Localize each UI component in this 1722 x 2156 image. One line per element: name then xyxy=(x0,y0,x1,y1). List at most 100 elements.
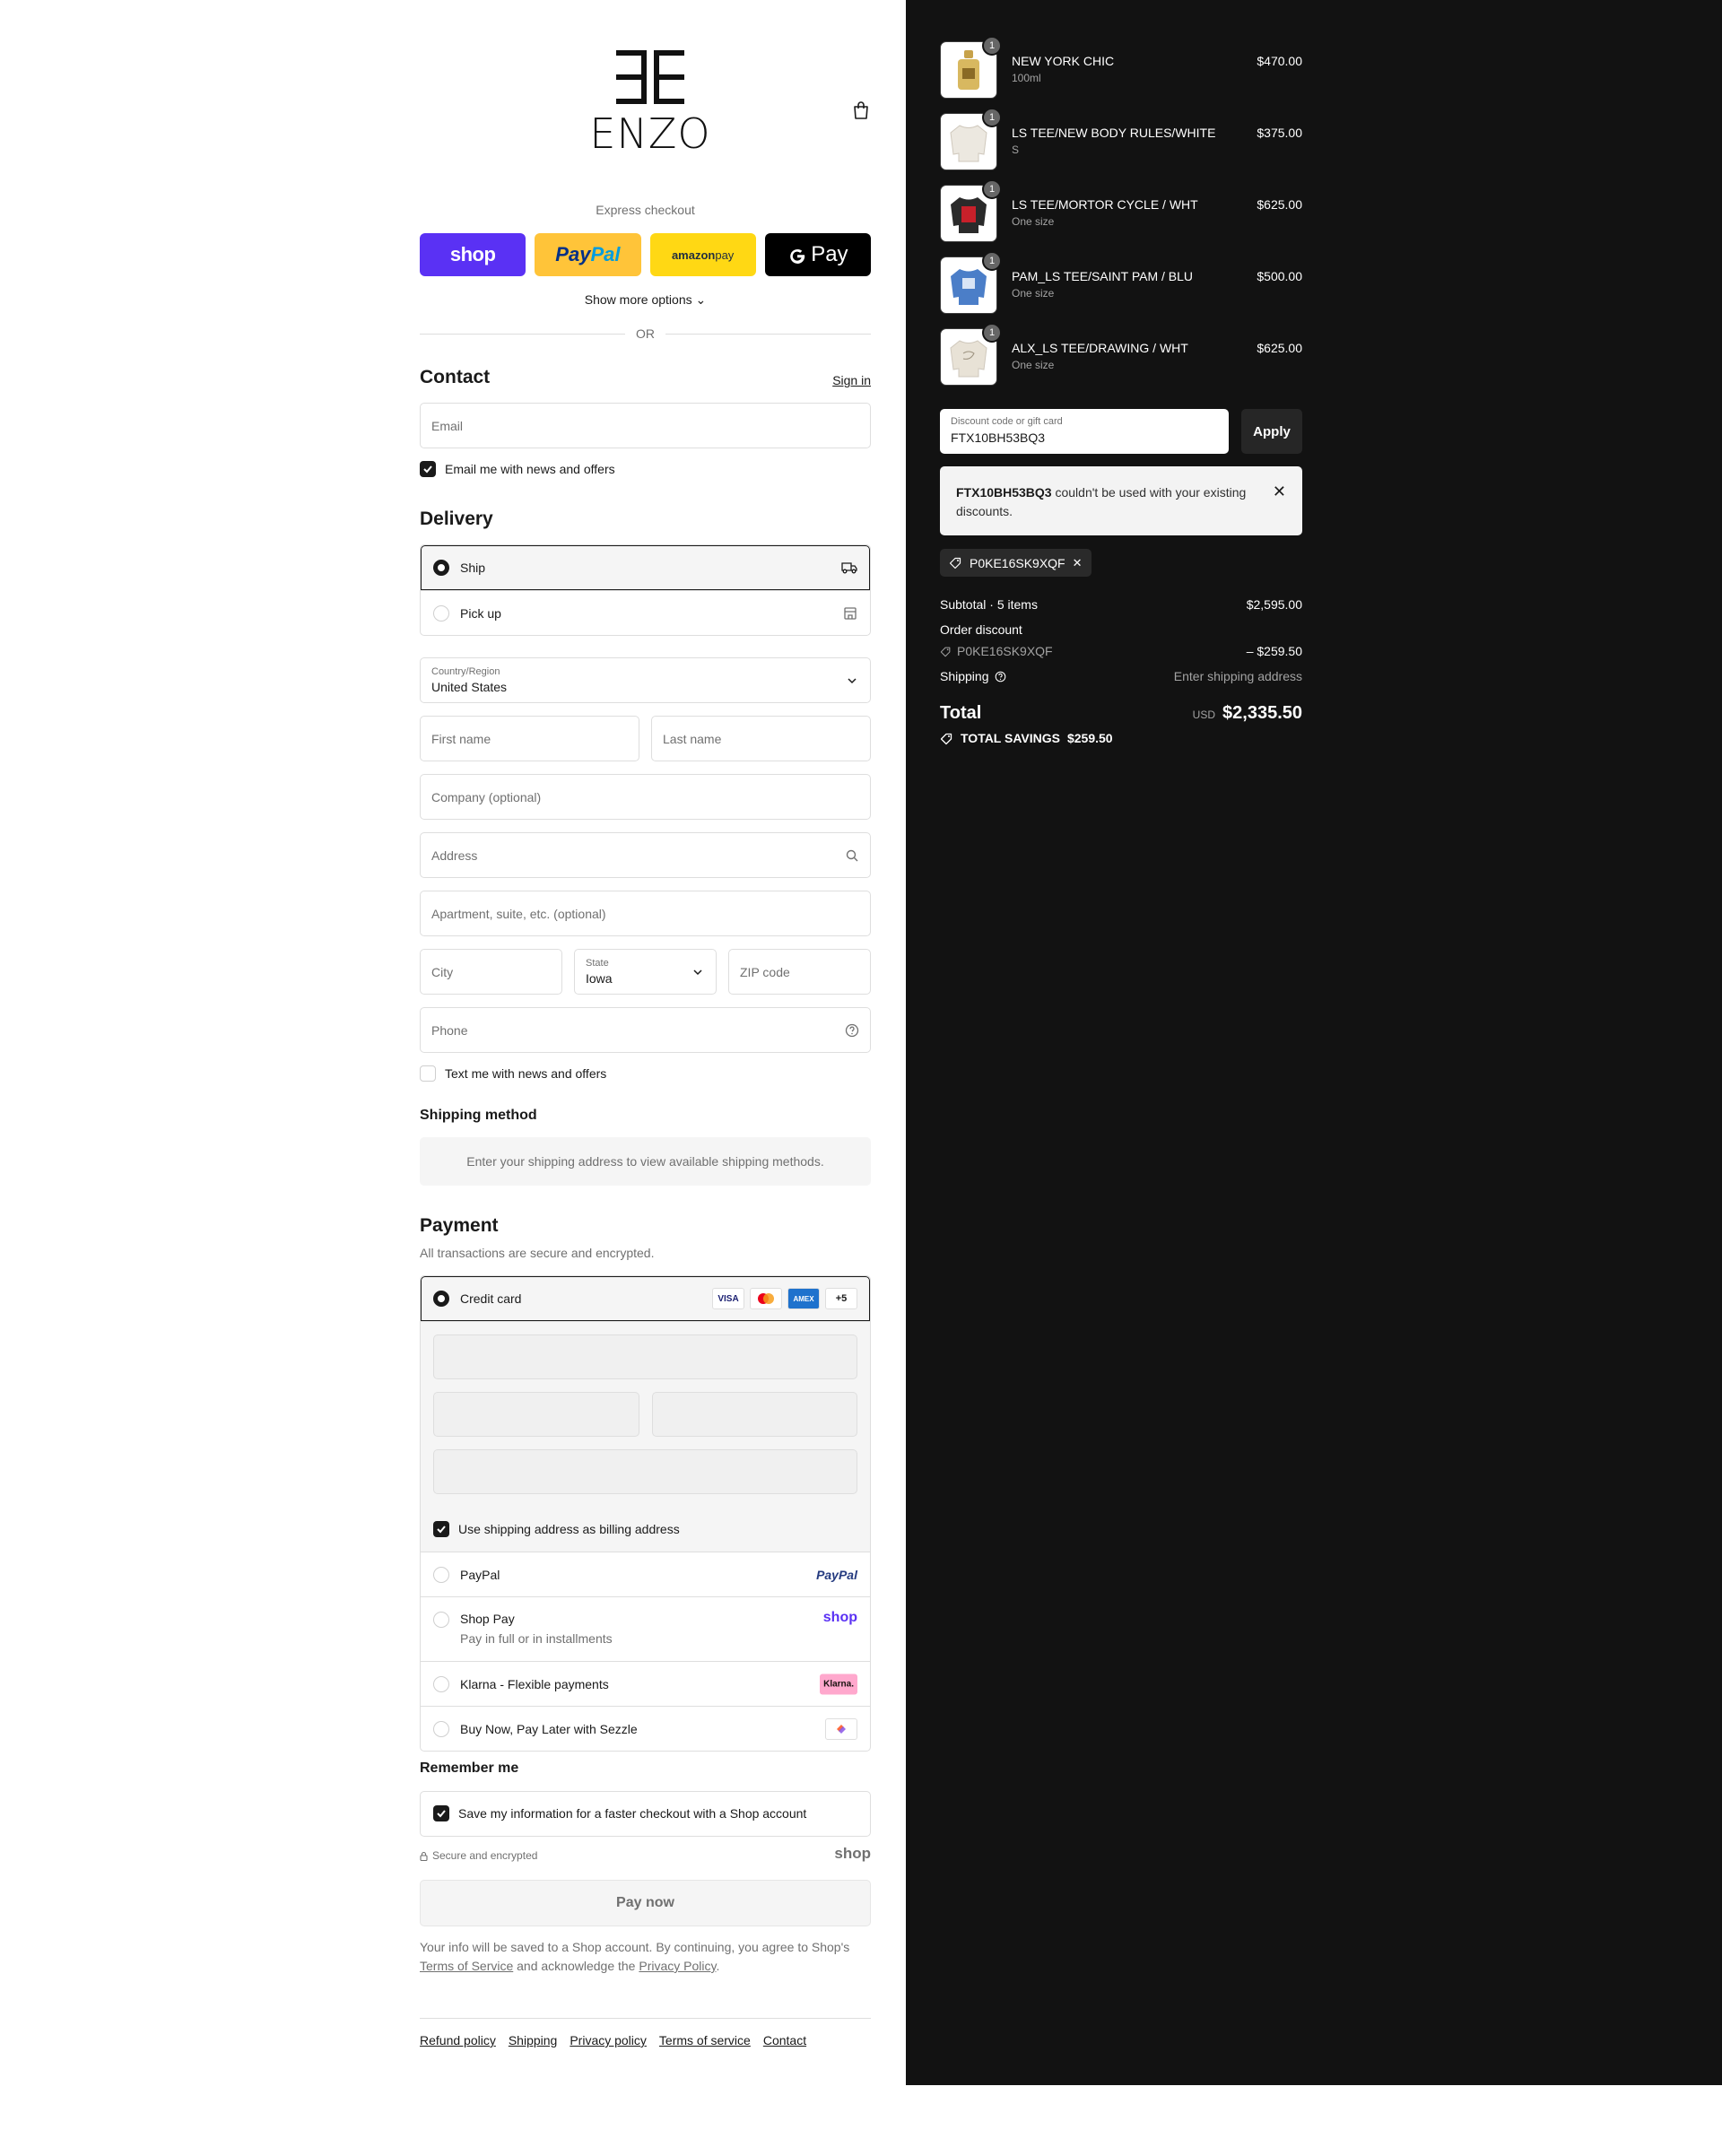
drawing-longsleeve-image xyxy=(950,340,987,378)
quantity-badge: 1 xyxy=(982,323,1002,343)
show-more-options-link[interactable]: Show more options ⌄ xyxy=(420,292,871,308)
card-number-field[interactable] xyxy=(433,1334,857,1379)
text-news-checkbox[interactable]: Text me with news and offers xyxy=(420,1065,606,1082)
radio-unselected[interactable] xyxy=(433,1675,449,1692)
discount-code-text: P0KE16SK9XQF xyxy=(957,644,1053,658)
paypal-button[interactable]: Pay Pal xyxy=(535,233,641,276)
payment-heading: Payment xyxy=(420,1215,499,1236)
delivery-option-pickup[interactable]: Pick up xyxy=(421,590,870,635)
first-name-field[interactable]: First name xyxy=(420,716,639,761)
footer-link-terms[interactable]: Terms of service xyxy=(659,2033,751,2047)
checkmark-icon xyxy=(437,1810,446,1818)
checkbox-checked[interactable] xyxy=(433,1521,449,1537)
help-circle-icon[interactable] xyxy=(995,671,1006,682)
privacy-policy-link[interactable]: Privacy Policy xyxy=(639,1959,716,1973)
cart-item: 1 NEW YORK CHIC 100ml $470.00 xyxy=(940,36,1302,100)
payment-option-shop-pay[interactable]: Shop Pay Pay in full or in installments … xyxy=(421,1596,870,1661)
quantity-badge: 1 xyxy=(982,108,1002,127)
order-discount-row: Order discount xyxy=(940,622,1302,637)
country-label: Country/Region xyxy=(431,666,500,677)
payment-option-paypal[interactable]: PayPal PayPal xyxy=(421,1552,870,1596)
blue-longsleeve-image xyxy=(951,269,987,305)
item-name: LS TEE/NEW BODY RULES/WHITE xyxy=(1012,126,1216,140)
country-value: United States xyxy=(431,680,508,694)
payment-option-klarna[interactable]: Klarna - Flexible payments Klarna. xyxy=(421,1661,870,1706)
footer-link-refund[interactable]: Refund policy xyxy=(420,2033,496,2047)
state-select[interactable]: State Iowa xyxy=(574,949,717,995)
more-cards-badge: +5 xyxy=(825,1288,857,1309)
discount-code-field[interactable]: Discount code or gift card FTX10BH53BQ3 xyxy=(940,409,1229,454)
paypal-option-label: PayPal xyxy=(460,1567,500,1582)
card-name-field[interactable] xyxy=(433,1449,857,1494)
subtotal-row: Subtotal · 5 items $2,595.00 xyxy=(940,597,1302,612)
footer-link-privacy[interactable]: Privacy policy xyxy=(570,2033,647,2047)
radio-unselected[interactable] xyxy=(433,1720,449,1737)
card-expiry-field[interactable] xyxy=(433,1392,639,1437)
shop-pay-button[interactable]: shop xyxy=(420,233,526,276)
radio-selected[interactable] xyxy=(433,1291,449,1307)
address-field[interactable]: Address xyxy=(420,832,871,878)
zip-field[interactable]: ZIP code xyxy=(728,949,871,995)
save-info-checkbox[interactable]: Save my information for a faster checkou… xyxy=(433,1805,806,1821)
logo-wordmark: ENZO xyxy=(589,109,711,158)
secure-label: Secure and encrypted xyxy=(432,1849,538,1862)
checkmark-icon xyxy=(423,465,432,474)
checkout-page: ENZO Express checkout shop Pay Pal amazon… xyxy=(0,0,1722,2156)
amazon-label-a: amazon xyxy=(671,248,716,262)
company-field[interactable]: Company (optional) xyxy=(420,774,871,820)
cart-item: 1 LS TEE/MORTOR CYCLE / WHT One size $62… xyxy=(940,179,1302,244)
apartment-field[interactable]: Apartment, suite, etc. (optional) xyxy=(420,891,871,936)
sezzle-logo xyxy=(825,1717,857,1740)
contact-heading: Contact xyxy=(420,367,491,387)
last-name-field[interactable]: Last name xyxy=(651,716,871,761)
remove-discount-icon[interactable]: ✕ xyxy=(1073,556,1083,570)
help-circle-icon[interactable] xyxy=(845,1023,859,1038)
discount-code-line: P0KE16SK9XQF xyxy=(940,644,1053,658)
footer-link-shipping[interactable]: Shipping xyxy=(509,2033,558,2047)
item-price: $625.00 xyxy=(1257,341,1302,355)
store-logo[interactable]: ENZO xyxy=(587,50,714,160)
amazon-pay-button[interactable]: amazon pay xyxy=(649,233,756,276)
terms-of-service-link[interactable]: Terms of Service xyxy=(420,1959,513,1973)
pay-now-button[interactable]: Pay now xyxy=(420,1880,871,1926)
sign-in-link[interactable]: Sign in xyxy=(832,373,871,387)
cart-item: 1 LS TEE/NEW BODY RULES/WHITE S $375.00 xyxy=(940,108,1302,172)
amex-icon: AMEX xyxy=(787,1288,820,1309)
checkbox-unchecked[interactable] xyxy=(420,1065,436,1082)
country-select[interactable]: Country/Region United States xyxy=(420,657,871,703)
radio-unselected[interactable] xyxy=(433,604,449,622)
radio-unselected[interactable] xyxy=(433,1566,449,1583)
shop-footer-logo: shop xyxy=(834,1845,871,1862)
visa-icon: VISA xyxy=(712,1288,744,1309)
savings-value: $259.50 xyxy=(1066,731,1113,745)
delivery-option-ship[interactable]: Ship xyxy=(421,545,870,590)
item-variant: S xyxy=(1012,143,1020,156)
phone-field[interactable]: Phone xyxy=(420,1007,871,1053)
white-longsleeve-image xyxy=(950,125,987,162)
close-icon[interactable]: ✕ xyxy=(1273,482,1286,501)
checkbox-checked[interactable] xyxy=(433,1805,449,1821)
enzo-monogram-icon xyxy=(616,50,684,104)
shopping-bag-icon[interactable] xyxy=(851,100,871,120)
apply-discount-button[interactable]: Apply xyxy=(1241,409,1302,454)
radio-selected[interactable] xyxy=(433,560,449,576)
city-field[interactable]: City xyxy=(420,949,562,995)
save-info-box[interactable]: Save my information for a faster checkou… xyxy=(420,1791,871,1837)
city-placeholder: City xyxy=(431,964,454,979)
card-brand-icons: VISA AMEX +5 xyxy=(712,1288,857,1309)
item-price: $500.00 xyxy=(1257,269,1302,283)
email-news-checkbox[interactable]: Email me with news and offers xyxy=(420,461,615,477)
billing-same-checkbox[interactable]: Use shipping address as billing address xyxy=(433,1507,857,1552)
footer-link-contact[interactable]: Contact xyxy=(763,2033,806,2047)
quantity-badge: 1 xyxy=(982,251,1002,271)
radio-unselected[interactable] xyxy=(433,1612,449,1628)
card-cvv-field[interactable] xyxy=(651,1392,857,1437)
item-variant: One size xyxy=(1012,359,1055,371)
checkbox-checked[interactable] xyxy=(420,461,436,477)
divider-line xyxy=(420,333,625,335)
payment-option-sezzle[interactable]: Buy Now, Pay Later with Sezzle xyxy=(421,1706,870,1751)
remember-me-heading: Remember me xyxy=(420,1760,519,1776)
google-pay-button[interactable]: Pay xyxy=(764,233,871,276)
payment-option-credit-card[interactable]: Credit card VISA AMEX +5 xyxy=(421,1276,870,1321)
email-field[interactable]: Email xyxy=(420,403,871,448)
